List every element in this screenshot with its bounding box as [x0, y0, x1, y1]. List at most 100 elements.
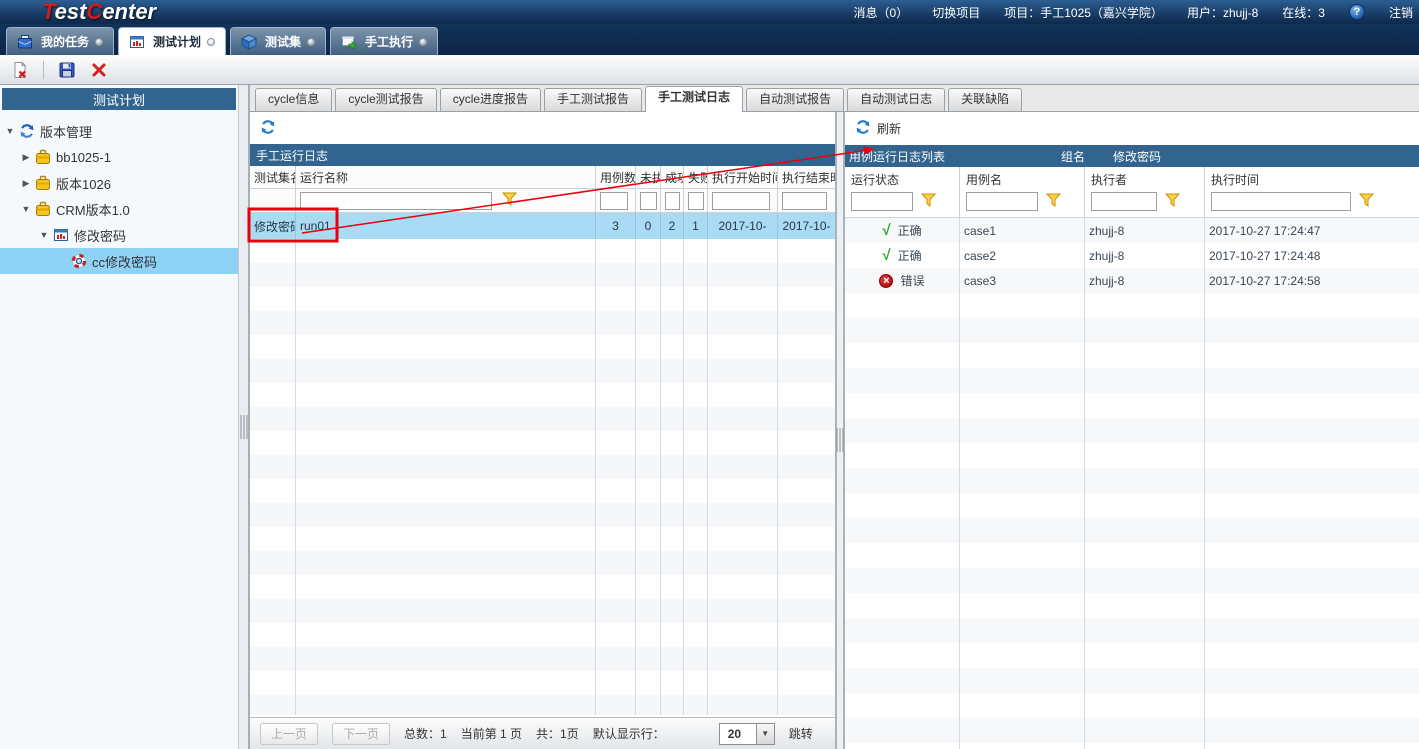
- col-success[interactable]: 成功: [661, 166, 684, 188]
- not-run-filter-input[interactable]: [640, 192, 657, 210]
- end-time-filter-input[interactable]: [782, 192, 827, 210]
- filter-funnel-icon[interactable]: [1046, 193, 1061, 210]
- refresh-icon[interactable]: [260, 119, 276, 138]
- col-not-run[interactable]: 未执行: [636, 166, 661, 188]
- col-run-name[interactable]: 运行名称: [296, 166, 596, 188]
- tree-item-version-mgmt[interactable]: ▼ 版本管理: [0, 118, 238, 144]
- case-log-row[interactable]: ×错误 case3 zhujj-8 2017-10-27 17:24:58: [845, 268, 1419, 293]
- nav-tab-test-set[interactable]: 测试集: [230, 27, 326, 55]
- page-size-select[interactable]: 20 ▼: [719, 723, 775, 745]
- col-case-count[interactable]: 用例数: [596, 166, 636, 188]
- splitter-grip-icon[interactable]: [837, 428, 844, 452]
- tab-indicator: [207, 38, 215, 46]
- tree-item-change-password-plan[interactable]: ▼ 修改密码: [0, 222, 238, 248]
- case-count-filter-input[interactable]: [600, 192, 628, 210]
- nav-tab-my-tasks[interactable]: 我的任务: [6, 27, 114, 55]
- tab-linked-defects[interactable]: 关联缺陷: [948, 88, 1022, 111]
- empty-cell: [596, 695, 636, 715]
- panel-splitter[interactable]: [835, 112, 845, 749]
- col-run-status[interactable]: 运行状态: [845, 167, 960, 217]
- nav-tab-test-plan[interactable]: 测试计划: [118, 27, 226, 55]
- refresh-button[interactable]: 刷新: [877, 120, 901, 137]
- empty-cell: [708, 527, 778, 551]
- prev-page-button[interactable]: 上一页: [260, 723, 318, 745]
- status-cell: √正确: [845, 243, 960, 268]
- empty-cell: [296, 359, 596, 383]
- empty-cell: [296, 239, 596, 263]
- col-exec-time[interactable]: 执行时间: [1205, 167, 1419, 217]
- empty-cell: [845, 643, 960, 668]
- group-name-label: 组名: [1061, 148, 1085, 165]
- tab-manual-test-log[interactable]: 手工测试日志: [645, 86, 743, 112]
- empty-cell: [636, 575, 661, 599]
- chevron-down-icon[interactable]: ▼: [4, 126, 16, 136]
- task-box-icon: [17, 34, 35, 50]
- delete-document-button[interactable]: [8, 58, 32, 82]
- start-time-filter-input[interactable]: [712, 192, 770, 210]
- chevron-right-icon[interactable]: ▶: [20, 178, 32, 189]
- empty-cell: [661, 263, 684, 287]
- empty-cell: [845, 618, 960, 643]
- run-name-filter-input[interactable]: [300, 192, 492, 210]
- chevron-right-icon[interactable]: ▶: [20, 152, 32, 163]
- col-start-time[interactable]: 执行开始时间: [708, 166, 778, 188]
- success-filter-input[interactable]: [665, 192, 680, 210]
- tree-item-version-1026[interactable]: ▶ 版本1026: [0, 170, 238, 196]
- chevron-down-icon[interactable]: ▼: [20, 204, 32, 214]
- refresh-icon[interactable]: [855, 119, 871, 138]
- empty-cell: [778, 503, 835, 527]
- empty-cell: [661, 551, 684, 575]
- filter-funnel-icon[interactable]: [1359, 193, 1374, 210]
- jump-button[interactable]: 跳转: [789, 725, 813, 742]
- run-status-filter-input[interactable]: [851, 192, 913, 211]
- close-button[interactable]: [87, 58, 111, 82]
- case-log-row[interactable]: √正确 case1 zhujj-8 2017-10-27 17:24:47: [845, 218, 1419, 243]
- tab-cycle-progress-report[interactable]: cycle进度报告: [440, 88, 541, 111]
- tab-cycle-test-report[interactable]: cycle测试报告: [335, 88, 436, 111]
- splitter-grip-icon[interactable]: [240, 415, 247, 439]
- col-failed[interactable]: 失败: [684, 166, 708, 188]
- failed-filter-input[interactable]: [688, 192, 704, 210]
- next-page-button[interactable]: 下一页: [332, 723, 390, 745]
- tree-item-cc-change-password[interactable]: cc修改密码: [0, 248, 238, 274]
- run-log-row-selected[interactable]: 修改密码 run01 3 0 2 1 2017-10- 2017-10-: [250, 213, 835, 239]
- exec-time-filter-input[interactable]: [1211, 192, 1351, 211]
- case-log-row[interactable]: √正确 case2 zhujj-8 2017-10-27 17:24:48: [845, 243, 1419, 268]
- col-end-time[interactable]: 执行结束时间: [778, 166, 835, 188]
- filter-funnel-icon[interactable]: [502, 192, 517, 209]
- col-executor[interactable]: 执行者: [1085, 167, 1205, 217]
- tab-cycle-info[interactable]: cycle信息: [255, 88, 332, 111]
- nav-tab-manual-exec[interactable]: 手工执行: [330, 27, 438, 55]
- sidebar-splitter[interactable]: [238, 85, 250, 749]
- logout-link[interactable]: 注销: [1389, 4, 1413, 21]
- tab-manual-test-report[interactable]: 手工测试报告: [544, 88, 642, 111]
- messages-link[interactable]: 消息（0）: [854, 4, 909, 21]
- empty-row: [250, 383, 835, 407]
- switch-project-link[interactable]: 切换项目: [932, 4, 980, 21]
- executor-filter-input[interactable]: [1091, 192, 1157, 211]
- empty-cell: [684, 647, 708, 671]
- filter-funnel-icon[interactable]: [921, 193, 936, 210]
- tree-item-crm-version-1.0[interactable]: ▼ CRM版本1.0: [0, 196, 238, 222]
- empty-row: [250, 527, 835, 551]
- col-test-set-name[interactable]: 测试集名称: [250, 166, 296, 188]
- empty-cell: [960, 443, 1085, 468]
- filter-funnel-icon[interactable]: [1165, 193, 1180, 210]
- empty-cell: [845, 318, 960, 343]
- empty-cell: [636, 599, 661, 623]
- empty-cell: [636, 431, 661, 455]
- chevron-down-icon[interactable]: ▼: [38, 230, 50, 240]
- empty-cell: [960, 493, 1085, 518]
- empty-row: [250, 455, 835, 479]
- col-case-name[interactable]: 用例名: [960, 167, 1085, 217]
- help-icon[interactable]: ?: [1349, 4, 1365, 20]
- tree-item-bb1025-1[interactable]: ▶ bb1025-1: [0, 144, 238, 170]
- save-button[interactable]: [55, 58, 79, 82]
- case-name-filter-input[interactable]: [966, 192, 1038, 211]
- tab-auto-test-report[interactable]: 自动测试报告: [746, 88, 844, 111]
- empty-cell: [636, 455, 661, 479]
- empty-cell: [1085, 593, 1205, 618]
- tab-auto-test-log[interactable]: 自动测试日志: [847, 88, 945, 111]
- chevron-down-icon[interactable]: ▼: [756, 724, 774, 744]
- testcenter-app: TestCenter 消息（0） 切换项目 项目：手工1025（嘉兴学院） 用户…: [0, 0, 1419, 749]
